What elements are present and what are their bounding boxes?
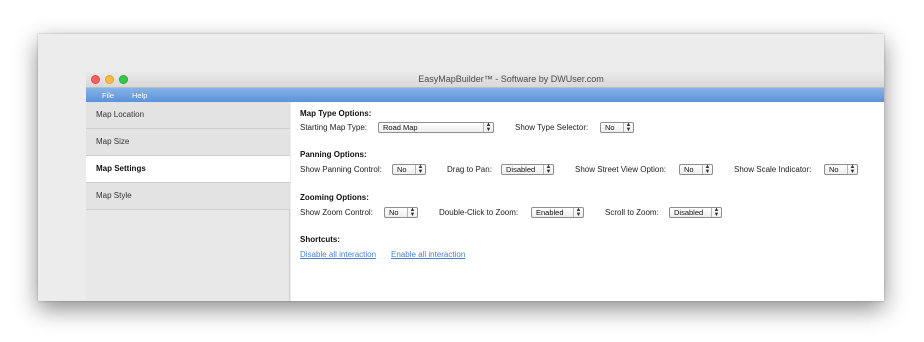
menu-help[interactable]: Help bbox=[132, 91, 147, 100]
show-zoom-control-value: No bbox=[389, 208, 399, 217]
show-scale-indicator-label: Show Scale Indicator: bbox=[734, 165, 812, 174]
map-type-heading: Map Type Options: bbox=[300, 109, 372, 118]
up-down-arrows-icon: ▲ ▼ bbox=[847, 164, 857, 175]
sidebar-item-map-location[interactable]: Map Location bbox=[86, 102, 290, 129]
enable-all-interaction-link[interactable]: Enable all interaction bbox=[391, 250, 465, 259]
menu-bar: File Help bbox=[86, 88, 884, 102]
starting-map-type-label: Starting Map Type: bbox=[300, 123, 367, 132]
up-down-arrows-icon: ▲ ▼ bbox=[415, 164, 425, 175]
show-street-view-value: No bbox=[684, 165, 694, 174]
panning-heading: Panning Options: bbox=[300, 150, 367, 159]
show-scale-indicator-value: No bbox=[829, 165, 839, 174]
disable-all-interaction-link[interactable]: Disable all interaction bbox=[300, 250, 376, 259]
starting-map-type-value: Road Map bbox=[383, 123, 418, 132]
starting-map-type-select[interactable]: Road Map ▲ ▼ bbox=[378, 122, 494, 133]
up-down-arrows-icon: ▲ ▼ bbox=[623, 122, 633, 133]
app-window: EasyMapBuilder™ - Software by DWUser.com… bbox=[86, 71, 884, 301]
up-down-arrows-icon: ▲ ▼ bbox=[702, 164, 712, 175]
window-title: EasyMapBuilder™ - Software by DWUser.com bbox=[418, 74, 604, 84]
sidebar: Map Location Map Size Map Settings Map S… bbox=[86, 102, 290, 301]
up-down-arrows-icon: ▲ ▼ bbox=[543, 164, 553, 175]
drag-to-pan-value: Disabled bbox=[506, 165, 536, 174]
scroll-to-zoom-select[interactable]: Disabled ▲ ▼ bbox=[669, 207, 722, 218]
show-zoom-control-select[interactable]: No ▲ ▼ bbox=[384, 207, 418, 218]
up-down-arrows-icon: ▲ ▼ bbox=[711, 207, 721, 218]
show-type-selector-value: No bbox=[605, 123, 615, 132]
show-scale-indicator-select[interactable]: No ▲ ▼ bbox=[824, 164, 858, 175]
sidebar-item-map-size[interactable]: Map Size bbox=[86, 129, 290, 156]
zooming-heading: Zooming Options: bbox=[300, 193, 369, 202]
sidebar-item-map-settings[interactable]: Map Settings bbox=[86, 156, 290, 183]
settings-panel: Map Type Options: Starting Map Type: Roa… bbox=[291, 102, 884, 301]
show-street-view-select[interactable]: No ▲ ▼ bbox=[679, 164, 713, 175]
double-click-zoom-value: Enabled bbox=[536, 208, 564, 217]
double-click-zoom-select[interactable]: Enabled ▲ ▼ bbox=[531, 207, 584, 218]
double-click-zoom-label: Double-Click to Zoom: bbox=[439, 208, 519, 217]
scroll-to-zoom-value: Disabled bbox=[674, 208, 704, 217]
drag-to-pan-select[interactable]: Disabled ▲ ▼ bbox=[501, 164, 554, 175]
scroll-to-zoom-label: Scroll to Zoom: bbox=[605, 208, 659, 217]
menu-file[interactable]: File bbox=[102, 91, 114, 100]
show-panning-control-value: No bbox=[397, 165, 407, 174]
up-down-arrows-icon: ▲ ▼ bbox=[573, 207, 583, 218]
show-type-selector-select[interactable]: No ▲ ▼ bbox=[600, 122, 634, 133]
show-panning-control-select[interactable]: No ▲ ▼ bbox=[392, 164, 426, 175]
sidebar-item-map-style[interactable]: Map Style bbox=[86, 183, 290, 210]
title-bar[interactable]: EasyMapBuilder™ - Software by DWUser.com bbox=[86, 71, 884, 88]
up-down-arrows-icon: ▲ ▼ bbox=[407, 207, 417, 218]
show-street-view-label: Show Street View Option: bbox=[575, 165, 667, 174]
shortcuts-heading: Shortcuts: bbox=[300, 235, 340, 244]
drag-to-pan-label: Drag to Pan: bbox=[447, 165, 492, 174]
show-panning-control-label: Show Panning Control: bbox=[300, 165, 382, 174]
app-frame: EasyMapBuilder™ - Software by DWUser.com… bbox=[38, 34, 884, 301]
up-down-arrows-icon: ▲ ▼ bbox=[483, 122, 493, 133]
show-zoom-control-label: Show Zoom Control: bbox=[300, 208, 373, 217]
show-type-selector-label: Show Type Selector: bbox=[515, 123, 589, 132]
